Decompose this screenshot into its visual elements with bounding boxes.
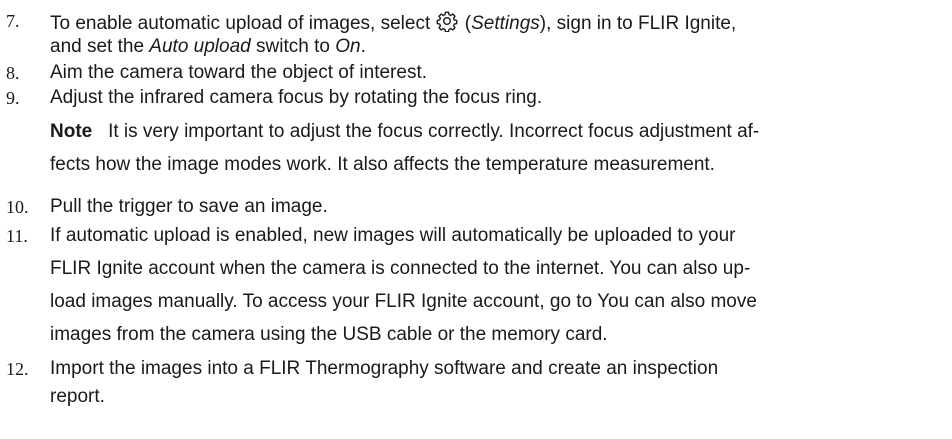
step-text-cont: load images manually. To access your FLI…	[50, 291, 757, 312]
note-label: Note	[50, 121, 93, 142]
step-text-cont: and set the Auto upload switch to On.	[50, 36, 366, 57]
step-text-cont: report.	[50, 386, 105, 407]
step-text: Pull the trigger to save an image.	[50, 196, 328, 217]
step-number: 8.	[6, 63, 20, 83]
settings-label: Settings	[471, 13, 540, 34]
step-text: If automatic upload is enabled, new imag…	[50, 225, 736, 246]
step-number: 10.	[6, 197, 29, 217]
step-text: Import the images into a FLIR Thermograp…	[50, 358, 719, 379]
step-number: 9.	[6, 88, 20, 108]
step-text: Adjust the infrared camera focus by rota…	[50, 87, 543, 108]
step-text: Aim the camera toward the object of inte…	[50, 62, 428, 83]
auto-upload-label: Auto upload	[149, 36, 251, 57]
gear-icon	[436, 11, 457, 32]
step-text-cont: images from the camera using the USB cab…	[50, 324, 608, 345]
step-number: 12.	[6, 359, 29, 379]
step-number: 7.	[6, 11, 20, 31]
step-number: 11.	[6, 226, 28, 246]
step-text-cont: FLIR Ignite account when the camera is c…	[50, 258, 751, 279]
on-label: On	[335, 36, 361, 57]
note: Note It is very important to adjust the …	[50, 121, 760, 142]
note-cont: fects how the image modes work. It also …	[50, 154, 715, 175]
step-text: To enable automatic upload of images, se…	[50, 10, 736, 35]
